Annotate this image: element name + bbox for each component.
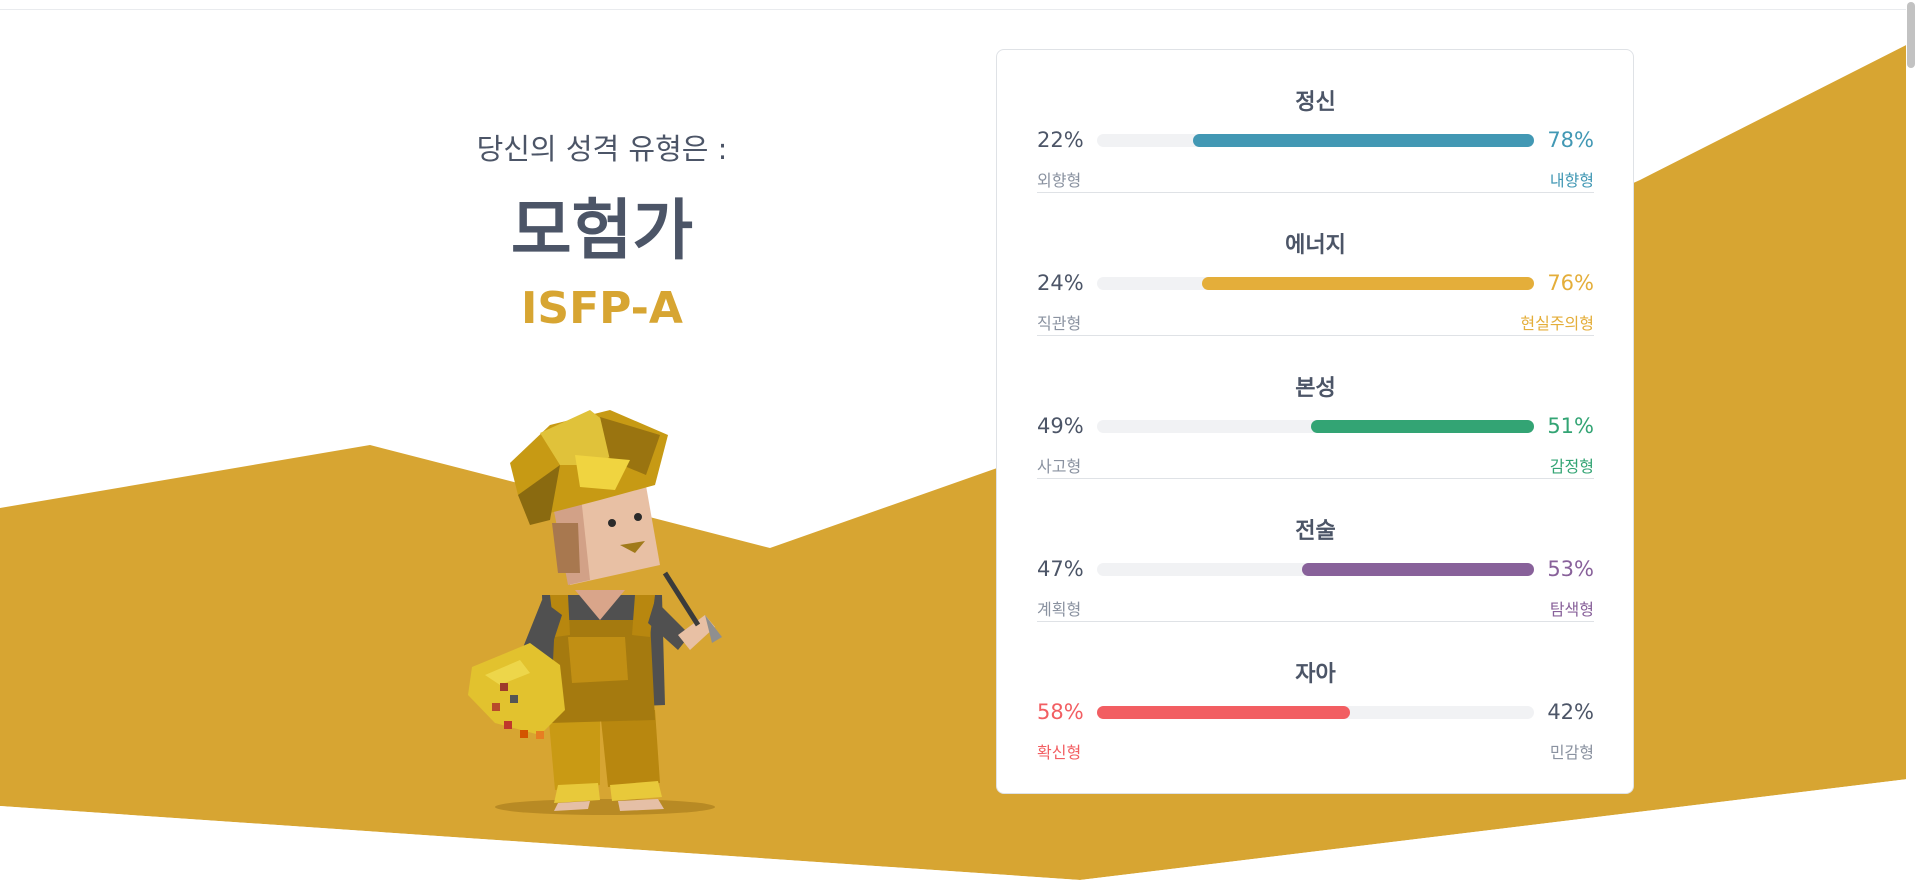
trait-left-label: 계획형 <box>1037 600 1082 619</box>
trait-bar-fill <box>1201 277 1534 290</box>
trait-scores-card: 정신 22% 78% 외향형 내향형 에너지 24% 76% 직관형 현실주의형… <box>996 49 1634 794</box>
adventurer-character-illustration <box>468 410 722 815</box>
trait-bar-track <box>1097 706 1534 719</box>
trait-bar-track <box>1097 134 1534 147</box>
trait-title: 전술 <box>1295 519 1336 544</box>
trait-right-label: 내향형 <box>1549 171 1594 190</box>
trait-left-label: 확신형 <box>1037 743 1082 762</box>
top-divider <box>0 0 1916 10</box>
trait-left-percent: 58% <box>1037 700 1084 724</box>
trait-title: 자아 <box>1295 662 1336 687</box>
scrollbar-track[interactable] <box>1906 0 1916 880</box>
trait-title: 본성 <box>1295 376 1336 401</box>
trait-left-percent: 47% <box>1037 557 1084 581</box>
trait-bar-track <box>1097 563 1534 576</box>
trait-bar-fill <box>1311 420 1534 433</box>
personality-intro: 당신의 성격 유형은 : 모험가 ISFP-A <box>380 132 824 334</box>
trait-bar-track <box>1097 420 1534 433</box>
personality-type-code: ISFP-A <box>521 283 683 335</box>
trait-row-identity: 자아 58% 42% 확신형 민감형 <box>1037 622 1594 765</box>
trait-row-tactics: 전술 47% 53% 계획형 탐색형 <box>1037 479 1594 622</box>
trait-row-mind: 정신 22% 78% 외향형 내향형 <box>1037 50 1594 193</box>
trait-left-label: 직관형 <box>1037 314 1082 333</box>
trait-right-label: 감정형 <box>1549 457 1594 476</box>
trait-title: 정신 <box>1295 90 1336 115</box>
trait-bar-fill <box>1193 134 1534 147</box>
trait-row-energy: 에너지 24% 76% 직관형 현실주의형 <box>1037 193 1594 336</box>
trait-left-label: 사고형 <box>1037 457 1082 476</box>
trait-left-percent: 24% <box>1037 271 1084 295</box>
trait-right-percent: 42% <box>1547 700 1594 724</box>
trait-left-percent: 49% <box>1037 414 1084 438</box>
trait-right-label: 민감형 <box>1549 743 1594 762</box>
trait-left-label: 외향형 <box>1037 171 1082 190</box>
trait-right-percent: 78% <box>1547 128 1594 152</box>
trait-bar-track <box>1097 277 1534 290</box>
trait-right-percent: 51% <box>1547 414 1594 438</box>
trait-right-label: 현실주의형 <box>1520 314 1594 333</box>
trait-title: 에너지 <box>1285 233 1346 258</box>
intro-lead-text: 당신의 성격 유형은 : <box>476 132 728 166</box>
trait-right-label: 탐색형 <box>1549 600 1594 619</box>
trait-row-nature: 본성 49% 51% 사고형 감정형 <box>1037 336 1594 479</box>
trait-right-percent: 53% <box>1547 557 1594 581</box>
trait-bar-fill <box>1097 706 1351 719</box>
personality-type-name: 모험가 <box>510 191 694 269</box>
trait-left-percent: 22% <box>1037 128 1084 152</box>
trait-right-percent: 76% <box>1547 271 1594 295</box>
scrollbar-thumb[interactable] <box>1907 2 1915 68</box>
trait-bar-fill <box>1302 563 1534 576</box>
